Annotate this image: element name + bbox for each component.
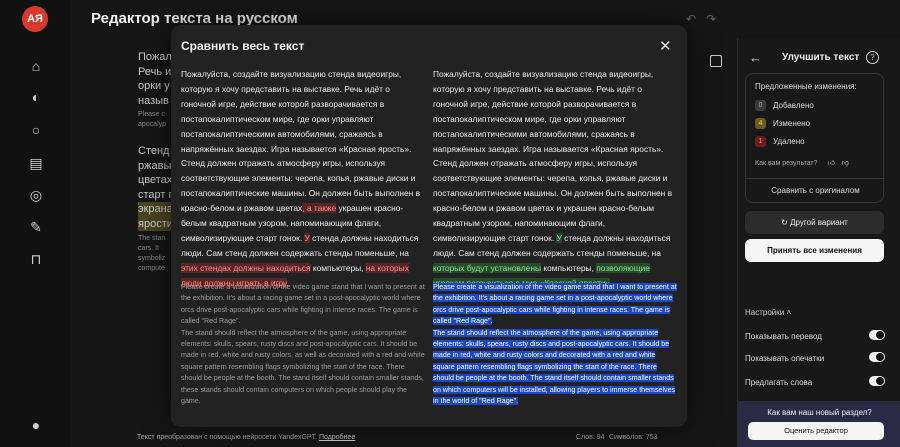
redo-icon[interactable]: ↷ [706,12,716,26]
back-arrow-icon[interactable]: ← [749,50,762,65]
original-translation: Please create a visualization of the vid… [181,283,425,406]
modal-title: Сравнить весь текст [181,39,305,53]
deleted-fragment: , а также [302,203,337,214]
feedback-promo: Как вам наш новый раздел? Оценить редакт… [738,401,900,447]
change-modified: 4 Изменено [755,118,810,129]
accept-all-button[interactable]: Принять все изменения [745,239,884,262]
thumbs-down-icon[interactable]: 👎︎ [842,160,849,167]
undo-icon[interactable]: ↶ [686,12,696,26]
copy-icon[interactable] [710,55,722,67]
word-count: Слов: 94 [576,434,605,441]
document-icon[interactable]: ▤ [27,154,45,172]
original-text: Пожалуйста, создайте визуализацию стенда… [181,67,424,291]
logo-icon[interactable]: АЯ [22,6,48,32]
toggle-row-typos: Показывать опечатки [745,352,885,363]
bookmark-icon[interactable]: ⊓ [27,250,45,268]
text-fragment: Пожалуйста, создайте визуализацию стенда… [181,69,421,214]
chat-icon[interactable]: ○ [27,121,45,139]
text-fragment: Пожалуйста, создайте визуализацию стенда… [433,69,673,243]
help-icon[interactable]: ? [866,51,879,64]
improve-panel: ← Улучшить текст ? Предложенные изменени… [737,38,900,447]
text-fragment: компьютеры, [310,262,366,273]
footer-note: Текст преобразован с помощью нейросети Y… [137,434,355,441]
toggle-row-words: Предлагать слова [745,376,885,387]
change-added: 0 Добавлено [755,100,814,111]
deleted-fragment: этих стендах должны находиться [181,262,311,273]
avatar-icon[interactable]: ● [27,416,45,434]
improved-translation: Please create a visualization of the vid… [433,283,677,406]
changes-heading: Предложенные изменения: [755,82,857,91]
another-variant-button[interactable]: ↻ Другой вариант [745,211,884,234]
toggle-row-translation: Показывать перевод [745,330,885,341]
translation-toggle[interactable] [869,330,885,340]
close-icon[interactable]: ✕ [659,37,672,55]
typos-toggle[interactable] [869,352,885,362]
app: АЯ ⌂ ◐ ○ ▤ ◎ ✎ ⊓ ● Редактор текста на ру… [0,0,900,447]
footer-text: Текст преобразован с помощью нейросети Y… [137,434,318,441]
panel-header: ← Улучшить текст ? [738,38,900,78]
inserted-fragment: которых будут установлены [433,262,541,273]
panel-title: Улучшить текст [782,52,860,63]
refresh-icon: ↻ [781,218,791,227]
text-fragment: компьютеры, [541,262,597,273]
chevron-up-icon: ˄ [786,308,792,317]
rate-question: Как вам результат? 👍︎ 👎︎ [755,160,849,167]
rate-editor-button[interactable]: Оценить редактор [748,422,884,440]
more-link[interactable]: Подробнее [319,434,355,441]
compare-button[interactable]: Сравнить с оригиналом [746,178,885,201]
improved-text: Пожалуйста, создайте визуализацию стенда… [433,67,676,291]
thumbs-up-icon[interactable]: 👍︎ [827,160,834,167]
target-icon[interactable]: ◎ [27,186,45,204]
compare-modal: Сравнить весь текст ✕ Пожалуйста, создай… [171,25,687,427]
change-removed: 1 Удалено [755,136,805,147]
pen-icon[interactable]: ✎ [27,218,45,236]
palette-icon[interactable]: ◐ [27,88,45,106]
changes-card: Предложенные изменения: 0 Добавлено 4 Изме… [745,73,885,203]
left-nav: АЯ ⌂ ◐ ○ ▤ ◎ ✎ ⊓ ● [0,0,70,447]
settings-toggle[interactable]: Настройки ˄ [745,308,791,317]
home-icon[interactable]: ⌂ [27,57,45,75]
char-count: Символов: 753 [609,434,658,441]
words-toggle[interactable] [869,376,885,386]
promo-title: Как вам наш новый раздел? [767,408,872,417]
